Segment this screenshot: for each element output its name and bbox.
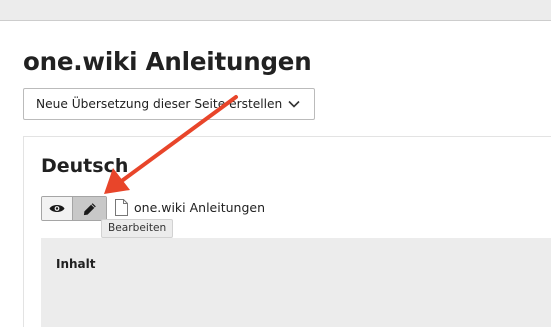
edit-tooltip: Bearbeiten (101, 219, 174, 238)
content-label: Inhalt (56, 257, 96, 271)
page-link[interactable]: one.wiki Anleitungen (134, 200, 265, 216)
chevron-down-icon (288, 100, 300, 108)
language-heading: Deutsch (41, 155, 129, 177)
edit-button[interactable] (73, 197, 106, 220)
document-icon (115, 199, 128, 216)
translation-select[interactable]: Neue Übersetzung dieser Seite erstellen (23, 88, 315, 120)
eye-icon (49, 204, 65, 213)
content-area (41, 238, 551, 327)
page-title: one.wiki Anleitungen (23, 47, 312, 76)
pencil-icon (83, 202, 96, 215)
view-button[interactable] (42, 197, 74, 220)
top-bar (0, 0, 551, 21)
view-edit-button-group (41, 196, 107, 221)
translation-select-label: Neue Übersetzung dieser Seite erstellen (36, 97, 283, 111)
